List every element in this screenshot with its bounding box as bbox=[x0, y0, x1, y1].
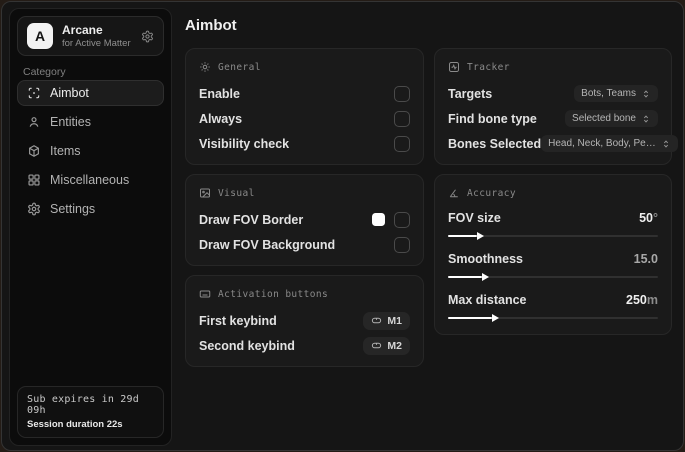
chevrons-up-down-icon bbox=[641, 114, 651, 124]
left-column: General Enable Always Visibility check V… bbox=[185, 48, 424, 367]
slider-group: FOV size 50° bbox=[448, 209, 658, 240]
keybind-value: M2 bbox=[387, 339, 402, 352]
person-icon bbox=[27, 115, 41, 129]
cube-icon bbox=[27, 144, 41, 158]
app-subtitle: for Active Matter bbox=[62, 38, 131, 49]
grid-icon bbox=[27, 173, 41, 187]
card-header-label: Visual bbox=[218, 187, 255, 199]
category-label: Category bbox=[23, 66, 66, 78]
sidebar-item-entities[interactable]: Entities bbox=[17, 109, 164, 135]
setting-row: First keybind M1 bbox=[199, 310, 410, 331]
app-header: A Arcane for Active Matter bbox=[17, 16, 164, 56]
tracker-card: Tracker Targets Bots, Teams Find bone ty… bbox=[434, 48, 678, 165]
select-value: Head, Neck, Body, Pe… bbox=[548, 138, 656, 149]
find-bone-type-select[interactable]: Selected bone bbox=[565, 110, 658, 127]
setting-row: Targets Bots, Teams bbox=[448, 83, 658, 104]
slider-thumb bbox=[448, 272, 489, 281]
crosshair-scan-icon bbox=[27, 86, 41, 100]
activation-buttons-card: Activation buttons First keybind M1 Seco… bbox=[185, 275, 424, 367]
sidebar: A Arcane for Active Matter Category Aimb… bbox=[9, 8, 172, 446]
slider-thumb bbox=[448, 313, 500, 322]
card-header-label: Accuracy bbox=[467, 187, 516, 199]
sub-expiry-text: Sub expires in 29d 09h bbox=[27, 394, 139, 416]
sidebar-item-label: Aimbot bbox=[50, 86, 89, 100]
card-header-label: Activation buttons bbox=[218, 288, 329, 300]
app-window: A Arcane for Active Matter Category Aimb… bbox=[1, 1, 684, 451]
general-card: General Enable Always Visibility check bbox=[185, 48, 424, 165]
select-value: Selected bone bbox=[572, 113, 636, 124]
page-title: Aimbot bbox=[185, 17, 237, 34]
select-value: Bots, Teams bbox=[581, 88, 636, 99]
setting-row: Visibility check bbox=[199, 133, 410, 154]
draw-fov-background-checkbox[interactable] bbox=[394, 236, 410, 253]
accuracy-card: Accuracy FOV size 50° Smoothness 15.0 Ma… bbox=[434, 174, 672, 335]
keybind-value: M1 bbox=[387, 314, 402, 327]
image-icon bbox=[199, 187, 211, 199]
settings-gear-button[interactable] bbox=[141, 30, 154, 43]
sidebar-item-settings[interactable]: Settings bbox=[17, 196, 164, 222]
sidebar-item-label: Settings bbox=[50, 202, 96, 216]
activity-icon bbox=[448, 61, 460, 73]
visual-card: Visual Draw FOV Border Draw FOV Backgrou… bbox=[185, 174, 424, 266]
draw-fov-border-checkbox[interactable] bbox=[394, 211, 410, 228]
card-header-label: Tracker bbox=[467, 61, 510, 73]
fov-border-color-swatch[interactable] bbox=[372, 213, 385, 226]
sun-icon bbox=[199, 61, 211, 73]
setting-row: Draw FOV Border bbox=[199, 209, 410, 230]
setting-row: Enable bbox=[199, 83, 410, 104]
first-keybind-button[interactable]: M1 bbox=[363, 311, 410, 330]
setting-row: Second keybind M2 bbox=[199, 335, 410, 356]
sidebar-nav: Aimbot Entities Items Miscellaneous Sett… bbox=[17, 80, 164, 225]
smoothness-value: 15.0 bbox=[633, 252, 658, 266]
setting-row: Always bbox=[199, 108, 410, 129]
max-distance-value: 250m bbox=[626, 293, 658, 307]
app-title: Arcane bbox=[62, 22, 103, 37]
bones-selected-select[interactable]: Head, Neck, Body, Pe… bbox=[541, 135, 678, 152]
sidebar-item-items[interactable]: Items bbox=[17, 138, 164, 164]
slider-group: Smoothness 15.0 bbox=[448, 250, 658, 281]
slider-group: Max distance 250m bbox=[448, 291, 658, 322]
slider-thumb bbox=[448, 231, 485, 240]
sidebar-item-label: Entities bbox=[50, 115, 91, 129]
chevrons-up-down-icon bbox=[661, 139, 671, 149]
sidebar-item-label: Miscellaneous bbox=[50, 173, 130, 187]
gear-icon bbox=[142, 30, 153, 42]
right-column: Tracker Targets Bots, Teams Find bone ty… bbox=[434, 48, 678, 335]
gear-icon bbox=[27, 202, 41, 216]
setting-row: Bones Selected Head, Neck, Body, Pe… bbox=[448, 133, 678, 154]
chevrons-up-down-icon bbox=[641, 89, 651, 99]
smoothness-slider[interactable] bbox=[448, 272, 658, 281]
targets-select[interactable]: Bots, Teams bbox=[574, 85, 658, 102]
mouse-icon bbox=[371, 340, 382, 351]
sidebar-item-miscellaneous[interactable]: Miscellaneous bbox=[17, 167, 164, 193]
mouse-icon bbox=[371, 315, 382, 326]
enable-checkbox[interactable] bbox=[394, 85, 410, 102]
fov-size-value: 50° bbox=[639, 211, 658, 225]
sidebar-item-aimbot[interactable]: Aimbot bbox=[17, 80, 164, 106]
second-keybind-button[interactable]: M2 bbox=[363, 336, 410, 355]
max-distance-slider[interactable] bbox=[448, 313, 658, 322]
always-checkbox[interactable] bbox=[394, 110, 410, 127]
app-logo: A bbox=[27, 23, 53, 49]
angle-icon bbox=[448, 187, 460, 199]
session-duration-text: Session duration 22s bbox=[27, 419, 123, 430]
setting-row: Find bone type Selected bone bbox=[448, 108, 658, 129]
subscription-info: Sub expires in 29d 09h Session duration … bbox=[17, 386, 164, 438]
card-header-label: General bbox=[218, 61, 261, 73]
visibility-check-checkbox[interactable] bbox=[394, 135, 410, 152]
sidebar-item-label: Items bbox=[50, 144, 81, 158]
setting-row: Draw FOV Background bbox=[199, 234, 410, 255]
keyboard-icon bbox=[199, 288, 211, 300]
fov-size-slider[interactable] bbox=[448, 231, 658, 240]
